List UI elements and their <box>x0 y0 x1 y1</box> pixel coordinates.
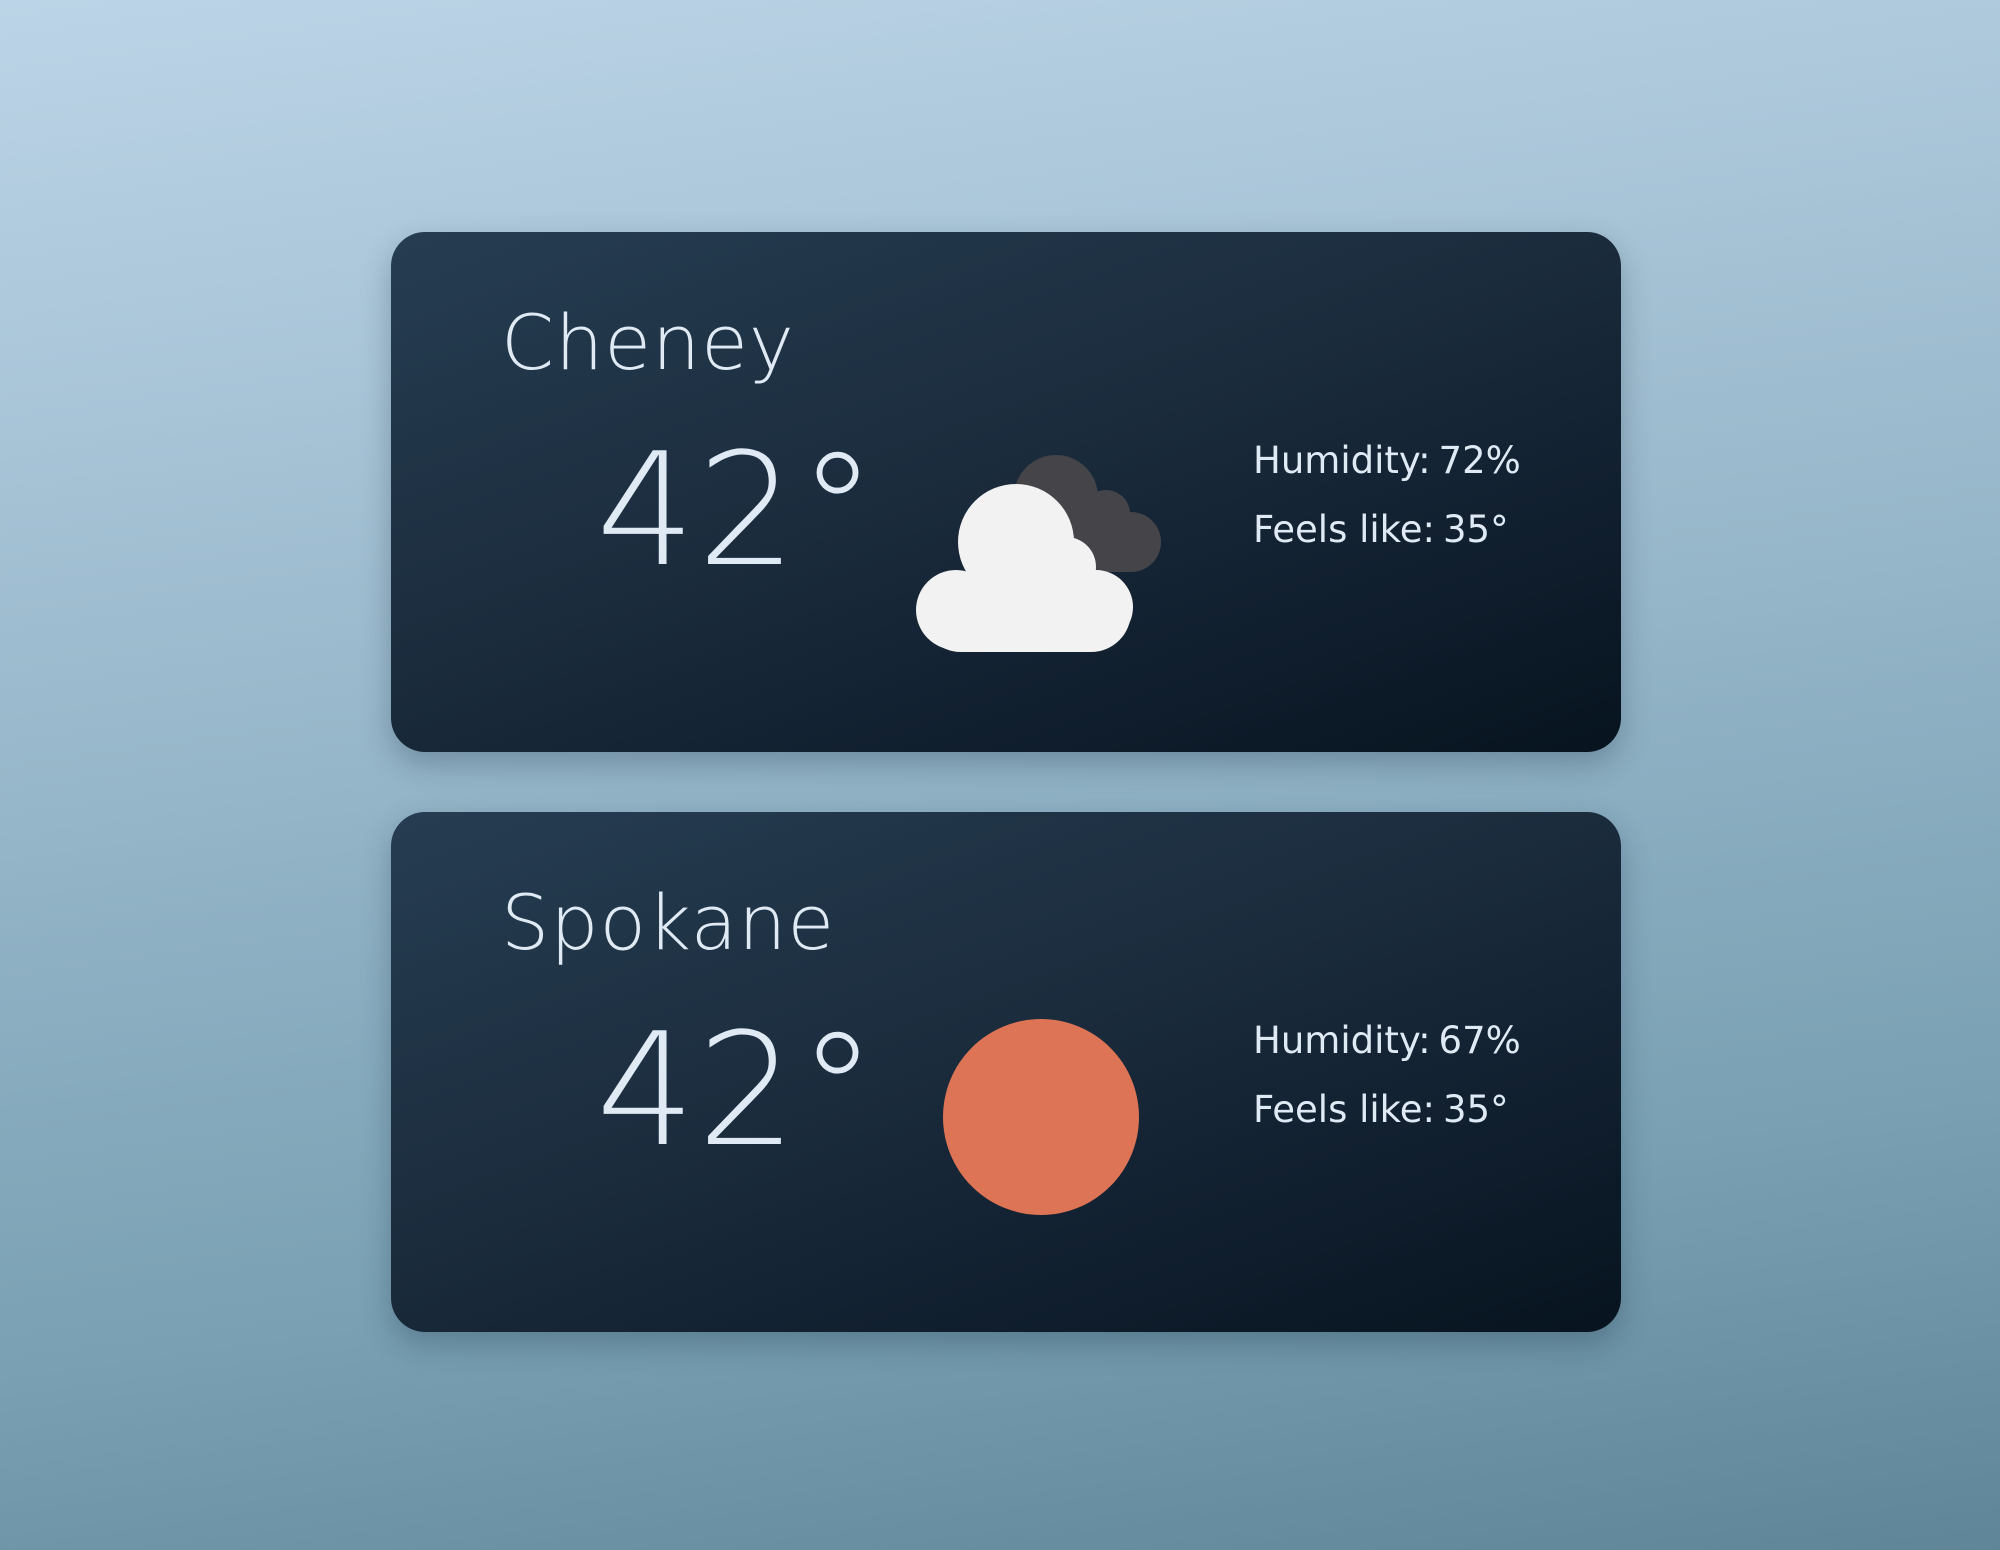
feels-like-value: 35° <box>1443 1088 1509 1131</box>
humidity-row: Humidity: 72% <box>1253 442 1521 479</box>
feels-like-label: Feels like: <box>1253 1088 1436 1131</box>
feels-like-label: Feels like: <box>1253 508 1436 551</box>
humidity-value: 67% <box>1438 1019 1521 1062</box>
temperature: 42° <box>596 419 879 601</box>
humidity-label: Humidity: <box>1253 439 1431 482</box>
weather-details: Humidity: 67% Feels like: 35° <box>1253 1022 1521 1160</box>
temperature: 42° <box>596 999 879 1181</box>
weather-card-cheney: Cheney 42° Humidity: 72% Feels like: 35° <box>391 232 1621 752</box>
humidity-row: Humidity: 67% <box>1253 1022 1521 1059</box>
sun-icon <box>891 1012 1191 1232</box>
partly-cloudy-icon <box>891 432 1191 652</box>
feels-like-value: 35° <box>1443 508 1509 551</box>
humidity-label: Humidity: <box>1253 1019 1431 1062</box>
weather-card-spokane: Spokane 42° Humidity: 67% Feels like: 35… <box>391 812 1621 1332</box>
weather-details: Humidity: 72% Feels like: 35° <box>1253 442 1521 580</box>
city-name: Cheney <box>501 298 795 387</box>
feels-like-row: Feels like: 35° <box>1253 1091 1521 1128</box>
feels-like-row: Feels like: 35° <box>1253 511 1521 548</box>
city-name: Spokane <box>501 878 836 967</box>
humidity-value: 72% <box>1438 439 1521 482</box>
